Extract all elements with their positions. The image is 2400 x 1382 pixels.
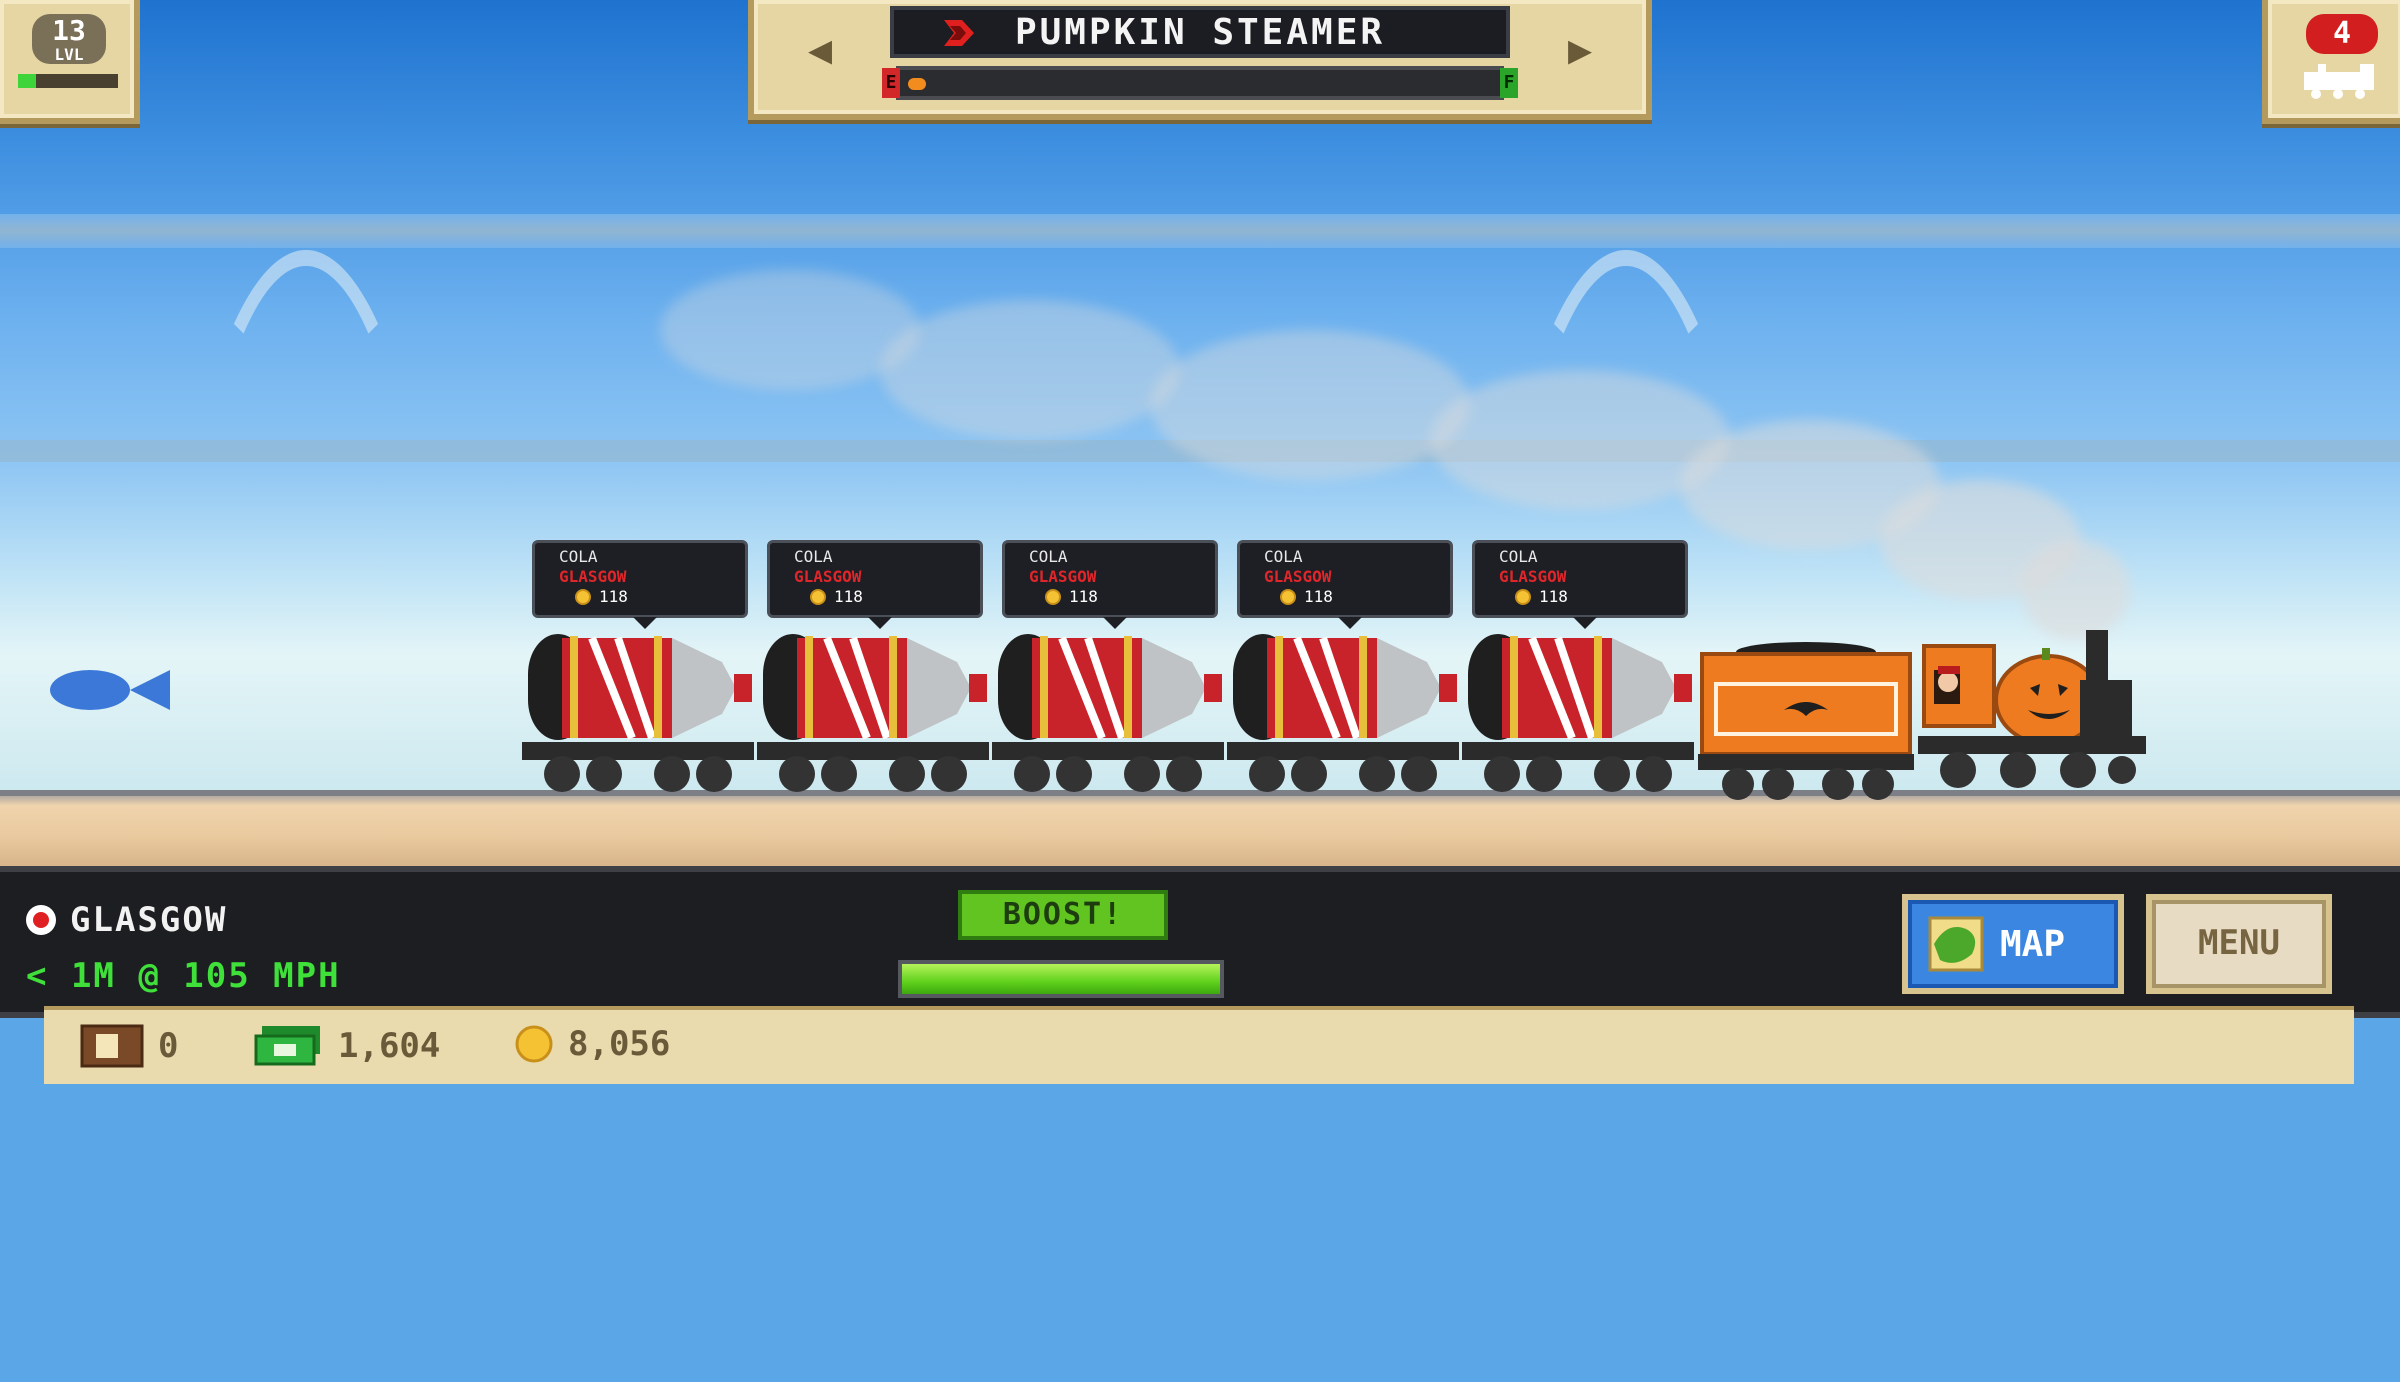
level-number: 13 [52,14,86,47]
coal-tender[interactable] [1698,640,1914,800]
pumpkin-locomotive[interactable] [1918,620,2148,800]
payout-value: 118 [1069,587,1098,606]
smoke-puff [1150,330,1470,480]
arrow-right-icon: ▶ [1567,27,1593,73]
level-panel[interactable]: 13 LVL [0,0,140,124]
next-train-button[interactable]: ▶ [1520,8,1640,92]
map-button[interactable]: MAP [1902,894,2124,994]
distance-speed-readout: < 1M @ 105 MPH [26,956,341,996]
resource-bar: 0 1,604 8,056 [44,1006,2354,1084]
glass-tube-rail-top [0,214,2400,248]
cola-tank-car [992,634,1224,792]
station-marker-icon [26,905,56,935]
cargo-type: COLA [1029,547,1068,566]
level-badge: 13 LVL [32,14,106,64]
cargo-payout: 118 [1045,587,1215,607]
cash-resource[interactable]: 1,604 [254,1024,440,1068]
cargo-payout: 118 [575,587,745,607]
coins-amount: 8,056 [568,1024,671,1064]
menu-button[interactable]: MENU [2146,894,2332,994]
fuel-gauge: E F [882,66,1518,100]
cargo-car[interactable]: COLA GLASGOW 118 [992,540,1224,800]
cargo-type: COLA [794,547,833,566]
level-label: LVL [54,45,84,64]
crates-resource[interactable]: 0 [80,1024,178,1068]
coin-icon [515,1025,553,1063]
payout-value: 118 [834,587,863,606]
cargo-car[interactable]: COLA GLASGOW 118 [1227,540,1459,800]
cargo-tag: COLA GLASGOW 118 [1472,540,1688,629]
cargo-destination: GLASGOW [1029,567,1097,586]
cargo-destination: GLASGOW [1499,567,1567,586]
current-station: GLASGOW [26,900,227,940]
crates-count: 0 [158,1026,179,1066]
cola-tank-car [757,634,989,792]
crate-icon [80,1024,144,1068]
cargo-payout: 118 [1280,587,1450,607]
status-panel: GLASGOW < 1M @ 105 MPH BOOST! MAP MENU [0,866,2400,1018]
cash-icon [254,1026,320,1066]
cargo-tag: COLA GLASGOW 118 [1237,540,1453,629]
cargo-payout: 118 [1515,587,1685,607]
cargo-type: COLA [1264,547,1303,566]
cash-amount: 1,604 [338,1026,441,1066]
fish-decoration [50,670,170,710]
train-type-icon [944,20,974,46]
cargo-type: COLA [1499,547,1538,566]
cargo-payout: 118 [810,587,980,607]
level-progress-fill [18,74,36,88]
payout-value: 118 [1304,587,1333,606]
fuel-full-label: F [1500,68,1518,98]
coin-icon [1280,589,1296,605]
coin-icon [1045,589,1061,605]
train-name: PUMPKIN STEAMER [1014,11,1386,53]
coin-icon [575,589,591,605]
station-platform [0,790,2400,868]
coin-icon [810,589,826,605]
trains-panel[interactable]: 4 [2262,0,2400,124]
boost-meter [898,960,1224,998]
boost-button[interactable]: BOOST! [958,890,1168,940]
payout-value: 118 [1539,587,1568,606]
cargo-car[interactable]: COLA GLASGOW 118 [522,540,754,800]
train-name-bar: PUMPKIN STEAMER [890,6,1510,58]
cargo-type: COLA [559,547,598,566]
coins-resource[interactable]: 8,056 [514,1024,670,1064]
cargo-destination: GLASGOW [559,567,627,586]
prev-train-button[interactable]: ◀ [760,8,880,92]
arrow-left-icon: ◀ [807,27,833,73]
cola-tank-car [522,634,754,792]
cargo-tag: COLA GLASGOW 118 [1002,540,1218,629]
map-label: MAP [2000,923,2066,965]
payout-value: 118 [599,587,628,606]
cargo-destination: GLASGOW [794,567,862,586]
fuel-empty-label: E [882,68,900,98]
cola-tank-car [1227,634,1459,792]
cargo-destination: GLASGOW [1264,567,1332,586]
cola-tank-car [1462,634,1694,792]
map-icon [1928,916,1984,972]
trains-count-badge: 4 [2306,14,2378,54]
boost-meter-fill [902,964,1220,994]
locomotive-icon [2304,64,2374,99]
station-name: GLASGOW [70,900,228,940]
train-selector: ◀ PUMPKIN STEAMER E F ▶ [748,0,1652,120]
cargo-tag: COLA GLASGOW 118 [532,540,748,629]
level-progress-bar [18,74,118,88]
smoke-puff [880,300,1180,440]
cargo-car[interactable]: COLA GLASGOW 118 [1462,540,1694,800]
coin-icon [1515,589,1531,605]
cargo-tag: COLA GLASGOW 118 [767,540,983,629]
fuel-fill [908,78,926,90]
cargo-car[interactable]: COLA GLASGOW 118 [757,540,989,800]
